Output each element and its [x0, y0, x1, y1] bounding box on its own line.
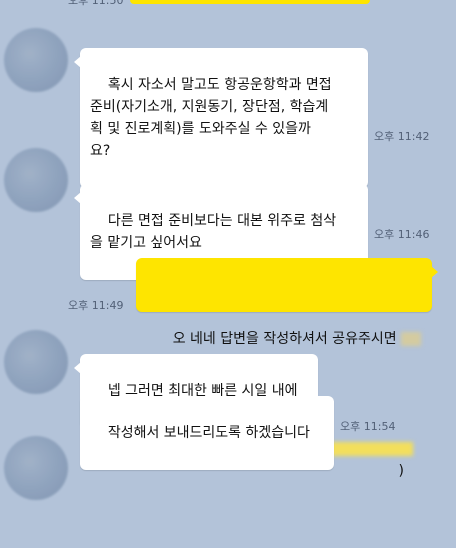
message-text: 오 네네 답변을 작성하셔서 공유주시면	[172, 331, 397, 347]
sender-avatar[interactable]	[4, 28, 68, 92]
sender-avatar[interactable]	[4, 330, 68, 394]
message-time: 오후 11:46	[374, 228, 430, 241]
message-time: 오후 11:49	[68, 299, 124, 312]
previous-message-bubble[interactable]	[130, 0, 370, 4]
chat-area: 오후 11:50 혹시 자소서 말고도 항공운항학과 면접 준비(자기소개, 지…	[0, 0, 456, 500]
previous-message-time: 오후 11:50	[68, 0, 124, 7]
message-text: )	[398, 463, 404, 479]
message-text: 혹시 자소서 말고도 항공운항학과 면접 준비(자기소개, 지원동기, 장단점,…	[90, 77, 332, 159]
message-text: 다른 면접 준비보다는 대본 위주로 첨삭 을 맡기고 싶어서요	[90, 213, 337, 251]
sender-avatar[interactable]	[4, 148, 68, 212]
redacted-text	[400, 332, 421, 346]
received-message-1[interactable]: 혹시 자소서 말고도 항공운항학과 면접 준비(자기소개, 지원동기, 장단점,…	[74, 48, 368, 188]
message-text: 작성해서 보내드리도록 하겠습니다	[107, 425, 310, 441]
received-message-4[interactable]: 작성해서 보내드리도록 하겠습니다	[80, 396, 334, 470]
sender-avatar[interactable]	[4, 436, 68, 500]
message-time: 오후 11:54	[340, 420, 396, 433]
sent-message-1[interactable]: 오 네네 답변을 작성하셔서 공유주시면 )	[136, 258, 438, 479]
message-time: 오후 11:42	[374, 130, 430, 143]
